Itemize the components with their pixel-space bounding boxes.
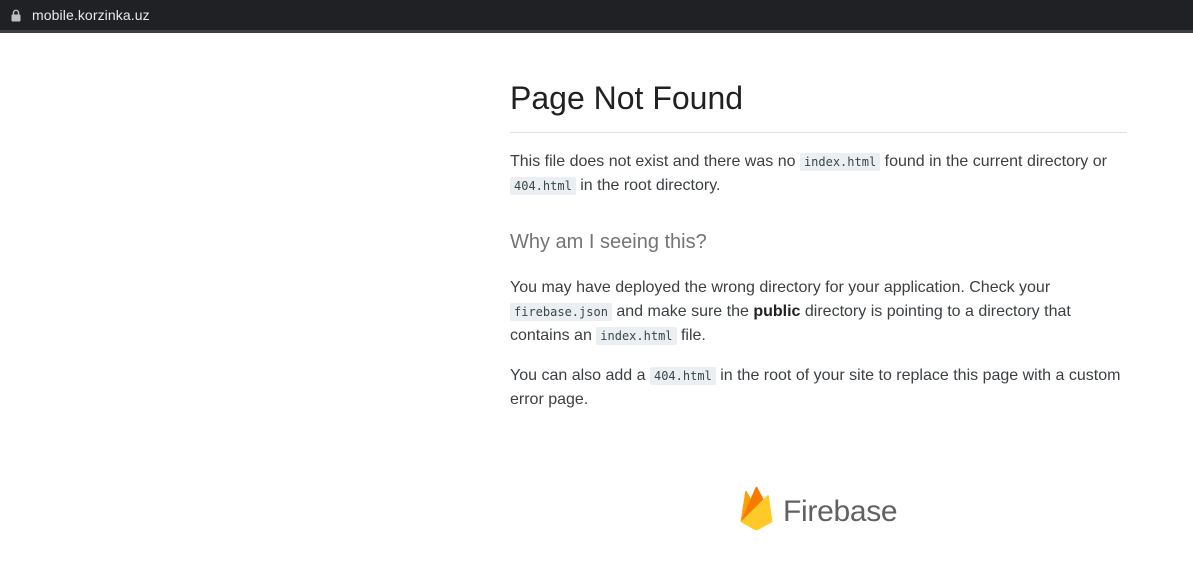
page-title: Page Not Found xyxy=(510,78,1127,133)
text-segment: and make sure the xyxy=(611,303,754,320)
code-firebase-json: firebase.json xyxy=(510,303,612,321)
code-index-html: index.html xyxy=(596,327,677,345)
bold-public: public xyxy=(753,303,801,320)
text-segment: You can also add a xyxy=(510,367,650,384)
lock-icon xyxy=(11,8,21,22)
text-segment: found in the current directory or xyxy=(880,153,1107,170)
code-index-html: index.html xyxy=(799,153,881,171)
text-segment: This file does not exist and there was n… xyxy=(510,153,800,170)
firebase-wordmark: Firebase xyxy=(783,494,898,528)
text-segment: file. xyxy=(676,327,706,344)
browser-address-bar[interactable]: mobile.korzinka.uz xyxy=(0,0,1193,33)
text-segment: You may have deployed the wrong director… xyxy=(510,279,1051,296)
description-paragraph: This file does not exist and there was n… xyxy=(510,150,1127,198)
firebase-flame-icon xyxy=(740,486,773,537)
explanation-paragraph: You may have deployed the wrong director… xyxy=(510,276,1127,348)
section-heading: Why am I seeing this? xyxy=(510,231,707,253)
code-404-html: 404.html xyxy=(510,177,576,195)
url-text[interactable]: mobile.korzinka.uz xyxy=(32,7,150,23)
firebase-logo[interactable]: Firebase xyxy=(740,486,898,537)
main-content: Page Not Found This file does not exist … xyxy=(510,78,1127,412)
custom-error-paragraph: You can also add a 404.html in the root … xyxy=(510,364,1127,412)
code-404-html: 404.html xyxy=(649,367,716,385)
text-segment: in the root directory. xyxy=(575,177,721,194)
